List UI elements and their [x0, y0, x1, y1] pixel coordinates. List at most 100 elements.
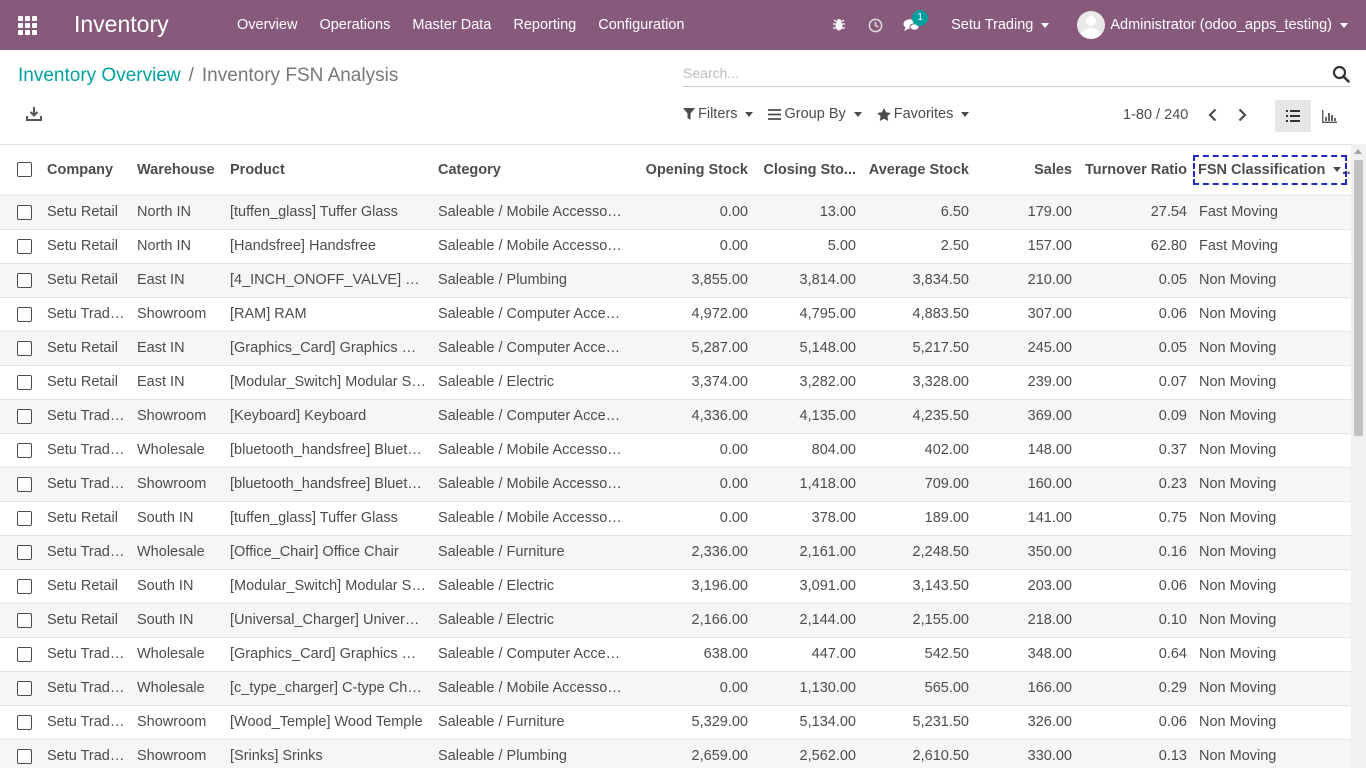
- filter-icon: [683, 108, 695, 120]
- cell-fsn-classification: Non Moving: [1193, 467, 1351, 502]
- cell-opening-stock: 2,336.00: [632, 535, 754, 570]
- table-row[interactable]: Setu Trading Wholesale [c_type_charger] C-…: [0, 671, 1351, 706]
- app-title[interactable]: Inventory: [74, 11, 169, 38]
- row-checkbox[interactable]: [17, 680, 32, 696]
- cell-fsn-classification: Non Moving: [1193, 365, 1351, 400]
- column-header-fsn-classification[interactable]: FSN Classification: [1193, 145, 1351, 196]
- table-row[interactable]: Setu Trading Wholesale [bluetooth_handsfre…: [0, 433, 1351, 468]
- cell-turnover-ratio: 0.29: [1078, 671, 1193, 706]
- row-checkbox[interactable]: [17, 374, 32, 390]
- cell-opening-stock: 0.00: [632, 501, 754, 536]
- cell-closing-stock: 2,144.00: [754, 603, 862, 638]
- row-checkbox[interactable]: [17, 340, 32, 356]
- row-checkbox[interactable]: [17, 442, 32, 458]
- table-row[interactable]: Setu Trading Showroom [Keyboard] Keyboard S…: [0, 399, 1351, 434]
- select-all-checkbox[interactable]: [17, 162, 32, 178]
- column-header-average-stock[interactable]: Average Stock: [862, 145, 975, 196]
- column-header-sales[interactable]: Sales: [975, 145, 1078, 196]
- table-row[interactable]: Setu Retail East IN [Graphics_Card] Graphi…: [0, 331, 1351, 366]
- row-checkbox[interactable]: [17, 204, 32, 220]
- group-by-button[interactable]: Group By: [768, 106, 862, 122]
- table-row[interactable]: Setu Trading Showroom [Wood_Temple] Wood T…: [0, 705, 1351, 740]
- menu-operations[interactable]: Operations: [308, 17, 401, 33]
- fsn-classification-sort[interactable]: FSN Classification: [1193, 154, 1348, 185]
- cell-company: Setu Trading: [41, 399, 131, 434]
- row-checkbox[interactable]: [17, 408, 32, 424]
- column-header-warehouse[interactable]: Warehouse: [131, 145, 224, 196]
- menu-configuration[interactable]: Configuration: [587, 17, 695, 33]
- cell-turnover-ratio: 0.10: [1078, 603, 1193, 638]
- row-checkbox[interactable]: [17, 578, 32, 594]
- download-icon[interactable]: [26, 106, 44, 124]
- table-row[interactable]: Setu Retail North IN [Handsfree] Handsfree…: [0, 229, 1351, 264]
- table-row[interactable]: Setu Trading Wholesale [Office_Chair] Offi…: [0, 535, 1351, 570]
- pager-range[interactable]: 1-80: [1123, 107, 1152, 123]
- filters-button[interactable]: Filters: [683, 106, 754, 122]
- row-checkbox[interactable]: [17, 306, 32, 322]
- row-checkbox[interactable]: [17, 646, 32, 662]
- user-menu[interactable]: Administrator (odoo_apps_testing): [1077, 11, 1348, 39]
- row-checkbox[interactable]: [17, 272, 32, 288]
- table-row[interactable]: Setu Retail South IN [tuffen_glass] Tuffer…: [0, 501, 1351, 536]
- menu-overview[interactable]: Overview: [226, 17, 308, 33]
- scrollbar-thumb[interactable]: [1354, 160, 1363, 436]
- cell-company: Setu Trading: [41, 671, 131, 706]
- vertical-scrollbar[interactable]: [1351, 144, 1366, 768]
- table-row[interactable]: Setu Retail South IN [Modular_Switch] Modu…: [0, 569, 1351, 604]
- cell-average-stock: 3,834.50: [862, 263, 975, 298]
- breadcrumb-parent[interactable]: Inventory Overview: [18, 65, 181, 87]
- column-header-product[interactable]: Product: [224, 145, 432, 196]
- column-header-turnover-ratio[interactable]: Turnover Ratio: [1078, 145, 1193, 196]
- table-row[interactable]: Setu Trading Showroom [RAM] RAM Saleable / …: [0, 297, 1351, 332]
- table-row[interactable]: Setu Trading Showroom [bluetooth_handsfree…: [0, 467, 1351, 502]
- cell-average-stock: 5,231.50: [862, 705, 975, 740]
- column-header-closing-stock[interactable]: Closing Sto...: [754, 145, 862, 196]
- table-row[interactable]: Setu Retail North IN [tuffen_glass] Tuffer…: [0, 195, 1351, 230]
- cell-category: Saleable / Plumbing: [432, 263, 632, 298]
- search-input[interactable]: [683, 61, 1323, 85]
- chevron-right-icon[interactable]: [1232, 106, 1252, 124]
- cell-warehouse: South IN: [131, 603, 224, 638]
- star-icon: [876, 107, 891, 121]
- cell-fsn-classification: Non Moving: [1193, 637, 1351, 672]
- row-checkbox[interactable]: [17, 714, 32, 730]
- cell-sales: 166.00: [975, 671, 1078, 706]
- row-checkbox[interactable]: [17, 748, 32, 764]
- chevron-left-icon[interactable]: [1202, 106, 1222, 124]
- row-checkbox[interactable]: [17, 476, 32, 492]
- clock-icon[interactable]: [866, 16, 884, 34]
- table-row[interactable]: Setu Retail South IN [Universal_Charger] U…: [0, 603, 1351, 638]
- cell-product: [Wood_Temple] Wood Temple: [224, 705, 432, 740]
- cell-category: Saleable / Electric: [432, 569, 632, 604]
- list-view-button[interactable]: [1275, 100, 1311, 132]
- cell-warehouse: Showroom: [131, 467, 224, 502]
- menu-master-data[interactable]: Master Data: [401, 17, 502, 33]
- row-select-cell: [0, 331, 41, 366]
- table-row[interactable]: Setu Trading Wholesale [Graphics_Card] Gra…: [0, 637, 1351, 672]
- cell-category: Saleable / Computer Accesso...: [432, 637, 632, 672]
- row-checkbox[interactable]: [17, 510, 32, 526]
- table-row[interactable]: Setu Trading Showroom [Srinks] Srinks Salea…: [0, 739, 1351, 768]
- column-header-opening-stock[interactable]: Opening Stock: [632, 145, 754, 196]
- table-row[interactable]: Setu Retail East IN [Modular_Switch] Modul…: [0, 365, 1351, 400]
- cell-category: Saleable / Plumbing: [432, 739, 632, 768]
- search-icon[interactable]: [1332, 65, 1350, 83]
- column-header-category[interactable]: Category: [432, 145, 632, 196]
- bars-icon: [768, 108, 782, 120]
- chat-icon[interactable]: 1: [902, 10, 929, 34]
- row-checkbox[interactable]: [17, 238, 32, 254]
- company-switcher[interactable]: Setu Trading: [951, 17, 1050, 33]
- graph-view-button[interactable]: [1311, 100, 1347, 132]
- bug-icon[interactable]: [830, 16, 848, 34]
- apps-icon[interactable]: [18, 16, 37, 35]
- cell-category: Saleable / Mobile Accessories: [432, 467, 632, 502]
- menu-reporting[interactable]: Reporting: [502, 17, 587, 33]
- cell-fsn-classification: Non Moving: [1193, 739, 1351, 768]
- table-row[interactable]: Setu Retail East IN [4_INCH_ONOFF_VALVE] 4…: [0, 263, 1351, 298]
- favorites-button[interactable]: Favorites: [876, 106, 970, 122]
- column-header-company[interactable]: Company: [41, 145, 131, 196]
- row-checkbox[interactable]: [17, 612, 32, 628]
- row-checkbox[interactable]: [17, 544, 32, 560]
- scroll-up-icon[interactable]: [1354, 149, 1362, 154]
- cell-average-stock: 402.00: [862, 433, 975, 468]
